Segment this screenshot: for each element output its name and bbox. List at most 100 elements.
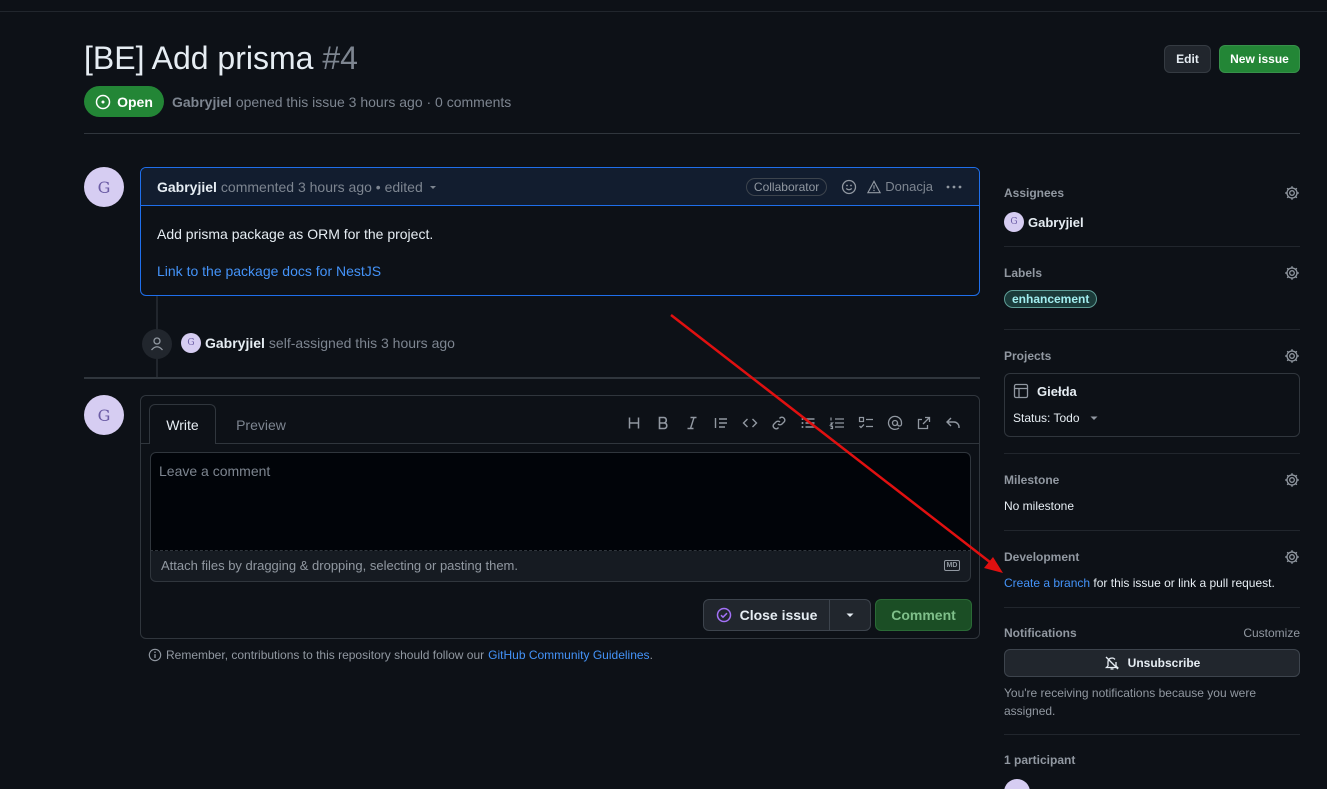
bulleted-list-icon[interactable] bbox=[793, 410, 822, 436]
notification-reason: You're receiving notifications because y… bbox=[1004, 686, 1256, 718]
check-circle-icon bbox=[716, 607, 731, 623]
projects-section: Projects Giełda Status: Todo bbox=[1004, 348, 1300, 437]
reply-icon[interactable] bbox=[938, 410, 967, 436]
issue-meta-text: opened this issue 3 hours ago · 0 commen… bbox=[235, 94, 512, 110]
issue-meta: Gabryjiel opened this issue 3 hours ago … bbox=[172, 94, 511, 110]
mention-icon[interactable] bbox=[880, 410, 909, 436]
task-list-icon[interactable] bbox=[851, 410, 880, 436]
bold-icon[interactable] bbox=[648, 410, 677, 436]
timeline-event: G Gabryjiel self-assigned this 3 hours a… bbox=[181, 333, 455, 353]
project-card[interactable]: Giełda Status: Todo bbox=[1004, 373, 1300, 437]
development-heading: Development bbox=[1004, 550, 1080, 564]
milestone-heading: Milestone bbox=[1004, 473, 1060, 487]
attach-files-bar[interactable]: Attach files by dragging & dropping, sel… bbox=[150, 551, 971, 582]
comment-button[interactable]: Comment bbox=[875, 599, 972, 631]
markdown-toolbar bbox=[619, 410, 967, 436]
create-branch-link[interactable]: Create a branch bbox=[1004, 576, 1090, 590]
projects-heading: Projects bbox=[1004, 349, 1052, 363]
notifications-heading: Notifications bbox=[1004, 626, 1077, 640]
comment-header: Gabryjiel commented 3 hours ago • edited… bbox=[141, 168, 979, 206]
top-divider bbox=[0, 11, 1327, 12]
notifications-section: Notifications Customize Unsubscribe You'… bbox=[1004, 626, 1300, 720]
issue-comment: Gabryjiel commented 3 hours ago • edited… bbox=[140, 167, 980, 296]
labels-heading: Labels bbox=[1004, 266, 1043, 280]
collaborator-badge: Collaborator bbox=[745, 177, 828, 196]
attach-files-text: Attach files by dragging & dropping, sel… bbox=[161, 558, 518, 573]
close-issue-button[interactable]: Close issue bbox=[704, 600, 830, 630]
development-text: for this issue or link a pull request. bbox=[1093, 576, 1275, 590]
milestone-section: Milestone No milestone bbox=[1004, 472, 1300, 513]
issue-number: #4 bbox=[322, 40, 358, 76]
tab-preview[interactable]: Preview bbox=[226, 404, 296, 445]
table-icon bbox=[1013, 383, 1029, 399]
issue-state-label: Open bbox=[117, 93, 153, 110]
numbered-list-icon[interactable] bbox=[822, 410, 851, 436]
new-issue-button[interactable]: New issue bbox=[1219, 45, 1300, 73]
comment-textarea[interactable]: Leave a comment bbox=[150, 452, 971, 551]
close-issue-label: Close issue bbox=[739, 607, 818, 623]
participants-heading: 1 participant bbox=[1004, 753, 1076, 767]
info-icon bbox=[148, 648, 162, 662]
guidelines-link[interactable]: GitHub Community Guidelines bbox=[488, 648, 649, 662]
issue-title: [BE] Add prisma #4 bbox=[84, 40, 358, 77]
event-actor[interactable]: Gabryjiel bbox=[205, 335, 265, 351]
comment-text: Add prisma package as ORM for the projec… bbox=[157, 226, 434, 242]
gear-icon[interactable] bbox=[1284, 348, 1300, 364]
comment-body: Add prisma package as ORM for the projec… bbox=[141, 206, 979, 281]
edit-button[interactable]: Edit bbox=[1164, 45, 1211, 73]
code-icon[interactable] bbox=[735, 410, 764, 436]
gear-icon[interactable] bbox=[1284, 185, 1300, 201]
assignee-avatar[interactable]: G bbox=[1004, 212, 1024, 232]
customize-link[interactable]: Customize bbox=[1243, 626, 1300, 640]
gear-icon[interactable] bbox=[1284, 549, 1300, 565]
tab-write[interactable]: Write bbox=[149, 404, 216, 444]
cross-reference-icon[interactable] bbox=[909, 410, 938, 436]
event-avatar[interactable]: G bbox=[181, 333, 201, 353]
assignees-section: Assignees G Gabryjiel bbox=[1004, 185, 1300, 232]
report-label[interactable]: Donacja bbox=[885, 179, 933, 194]
timeline-divider bbox=[84, 377, 980, 379]
unsubscribe-label: Unsubscribe bbox=[1127, 656, 1201, 670]
triangle-down-icon bbox=[846, 613, 854, 617]
person-icon bbox=[142, 329, 172, 359]
label-enhancement[interactable]: enhancement bbox=[1004, 290, 1098, 308]
warning-icon[interactable] bbox=[867, 179, 882, 194]
unsubscribe-button[interactable]: Unsubscribe bbox=[1004, 649, 1300, 677]
composer-tabbar: Write Preview bbox=[141, 396, 979, 444]
comment-avatar[interactable]: G bbox=[84, 167, 124, 207]
emoji-icon[interactable] bbox=[841, 179, 857, 195]
participants-section: 1 participant bbox=[1004, 753, 1300, 789]
issue-title-text: [BE] Add prisma bbox=[84, 40, 314, 76]
comment-author[interactable]: Gabryjiel bbox=[157, 179, 217, 195]
project-status[interactable]: Status: Todo bbox=[1013, 411, 1080, 425]
italic-icon[interactable] bbox=[677, 410, 706, 436]
kebab-menu-icon[interactable] bbox=[945, 179, 963, 195]
development-section: Development Create a branch for this iss… bbox=[1004, 549, 1300, 590]
guidelines-note: Remember, contributions to this reposito… bbox=[148, 648, 653, 662]
participant-avatar[interactable] bbox=[1004, 779, 1030, 789]
quote-icon[interactable] bbox=[706, 410, 735, 436]
milestone-value: No milestone bbox=[1004, 499, 1075, 513]
event-text: self-assigned this 3 hours ago bbox=[268, 335, 455, 351]
markdown-icon[interactable]: MD bbox=[944, 560, 960, 571]
guidelines-prefix: Remember, contributions to this reposito… bbox=[166, 648, 485, 662]
heading-icon[interactable] bbox=[619, 410, 648, 436]
issue-state-badge: Open bbox=[84, 86, 164, 117]
comment-docs-link[interactable]: Link to the package docs for NestJS bbox=[157, 263, 381, 279]
link-icon[interactable] bbox=[764, 410, 793, 436]
close-issue-group: Close issue bbox=[703, 599, 871, 631]
composer-avatar[interactable]: G bbox=[84, 395, 124, 435]
guidelines-suffix: . bbox=[649, 648, 653, 662]
assignee-name[interactable]: Gabryjiel bbox=[1028, 215, 1084, 230]
gear-icon[interactable] bbox=[1284, 265, 1300, 281]
gear-icon[interactable] bbox=[1284, 472, 1300, 488]
close-issue-dropdown[interactable] bbox=[830, 600, 870, 630]
chevron-down-icon[interactable] bbox=[427, 181, 439, 193]
issue-open-icon bbox=[95, 94, 111, 109]
triangle-down-icon[interactable] bbox=[1088, 412, 1100, 424]
issue-author[interactable]: Gabryjiel bbox=[172, 94, 232, 110]
assignees-heading: Assignees bbox=[1004, 186, 1065, 200]
project-name[interactable]: Giełda bbox=[1037, 384, 1077, 399]
comment-composer: Write Preview Leave a comment Attach fil… bbox=[140, 395, 980, 639]
header-divider bbox=[84, 133, 1300, 134]
